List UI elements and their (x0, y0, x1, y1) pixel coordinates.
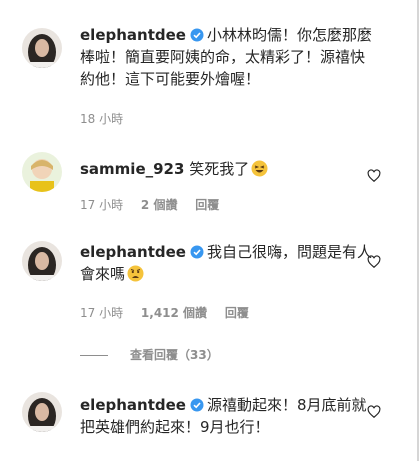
username[interactable]: sammie_923 (80, 160, 184, 178)
laughing-emoji-icon (251, 160, 268, 177)
divider-line (80, 355, 108, 356)
comment-text: 笑死我了 (189, 160, 250, 178)
view-replies-button[interactable]: 查看回覆（33） (80, 346, 219, 363)
verified-badge-icon (190, 398, 204, 412)
comment-text-block: sammie_923 笑死我了 (80, 158, 378, 180)
reply-button[interactable]: 回覆 (225, 306, 249, 320)
timestamp: 17 小時 (80, 306, 124, 320)
comment-text-block: elephantdee 我自己很嗨，問題是有人會來嗎 (80, 241, 378, 285)
comment-text-block: elephantdee 小林林昀儒！你怎麼那麼棒啦！簡直要阿姨的命，太精彩了！源禧… (80, 24, 378, 90)
like-heart-icon[interactable] (367, 169, 381, 183)
avatar[interactable] (22, 152, 62, 192)
reply-button[interactable]: 回覆 (195, 198, 219, 212)
avatar[interactable] (22, 28, 62, 68)
like-count[interactable]: 1,412 個讚 (141, 306, 207, 320)
avatar[interactable] (22, 392, 62, 432)
verified-badge-icon (190, 28, 204, 42)
like-heart-icon[interactable] (367, 255, 381, 269)
avatar[interactable] (22, 241, 62, 281)
username[interactable]: elephantdee (80, 243, 186, 261)
fearful-emoji-icon (127, 265, 144, 282)
comments-panel: elephantdee 小林林昀儒！你怎麼那麼棒啦！簡直要阿姨的命，太精彩了！源禧… (0, 0, 419, 461)
view-replies-label: 查看回覆（33） (130, 348, 219, 362)
timestamp: 17 小時 (80, 198, 124, 212)
like-heart-icon[interactable] (367, 405, 381, 419)
comment-meta: 17 小時 2 個讚 回覆 (80, 196, 233, 213)
username[interactable]: elephantdee (80, 396, 186, 414)
timestamp: 18 小時 (80, 112, 124, 126)
comment-meta: 18 小時 (80, 110, 137, 127)
verified-badge-icon (190, 245, 204, 259)
comment-meta: 17 小時 1,412 個讚 回覆 (80, 304, 263, 321)
username[interactable]: elephantdee (80, 26, 186, 44)
like-count[interactable]: 2 個讚 (141, 198, 178, 212)
comment-text-block: elephantdee 源禧動起來！8月底前就把英雄們約起來！9月也行！ (80, 394, 378, 438)
